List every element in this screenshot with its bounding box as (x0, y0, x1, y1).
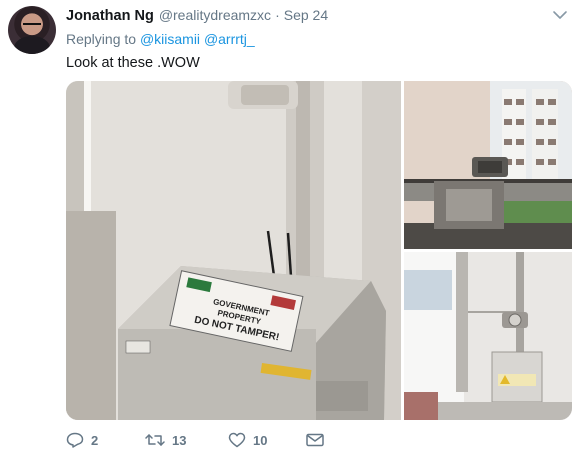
tweet-date[interactable]: Sep 24 (284, 7, 328, 23)
replying-to-label: Replying to (66, 31, 137, 47)
author-name[interactable]: Jonathan Ng (66, 8, 154, 24)
avatar[interactable] (8, 6, 56, 54)
tweet-text: Look at these .WOW (66, 55, 200, 71)
more-options-button[interactable] (552, 8, 568, 20)
reply-mention-arrrtj[interactable]: @arrrtj_ (204, 31, 255, 47)
tweet-header: Jonathan Ng @realitydreamzxc · Sep 24 (66, 7, 328, 25)
like-count: 10 (253, 432, 268, 448)
media-grid: GOVERNMENT PROPERTY DO NOT TAMPER! (66, 81, 572, 420)
direct-message-button[interactable] (306, 433, 324, 447)
photo-main-image: GOVERNMENT PROPERTY DO NOT TAMPER! (66, 81, 401, 420)
photo-main[interactable]: GOVERNMENT PROPERTY DO NOT TAMPER! (66, 81, 401, 420)
header-separator: · (275, 7, 280, 23)
reply-mention-kiisamii[interactable]: @kiisamii (140, 31, 200, 47)
envelope-icon (306, 433, 324, 447)
reply-count: 2 (91, 432, 99, 448)
retweet-count: 13 (172, 432, 187, 448)
photo-top-right[interactable] (404, 81, 572, 249)
replying-to: Replying to @kiisamii @arrrtj_ (66, 31, 255, 47)
reply-button[interactable]: 2 (66, 432, 98, 448)
like-button[interactable]: 10 (228, 432, 267, 448)
heart-icon (228, 432, 246, 448)
retweet-icon (145, 434, 165, 446)
photo-top-right-image (404, 81, 572, 249)
photo-bottom-right[interactable] (404, 252, 572, 420)
chevron-down-icon (553, 11, 567, 19)
avatar-glasses (23, 23, 41, 28)
avatar-shirt (14, 36, 50, 54)
retweet-button[interactable]: 13 (145, 432, 186, 448)
author-handle[interactable]: @realitydreamzxc (159, 7, 271, 23)
photo-bottom-right-image (404, 252, 572, 420)
tweet: Jonathan Ng @realitydreamzxc · Sep 24 Re… (0, 0, 579, 455)
reply-icon (66, 432, 84, 448)
